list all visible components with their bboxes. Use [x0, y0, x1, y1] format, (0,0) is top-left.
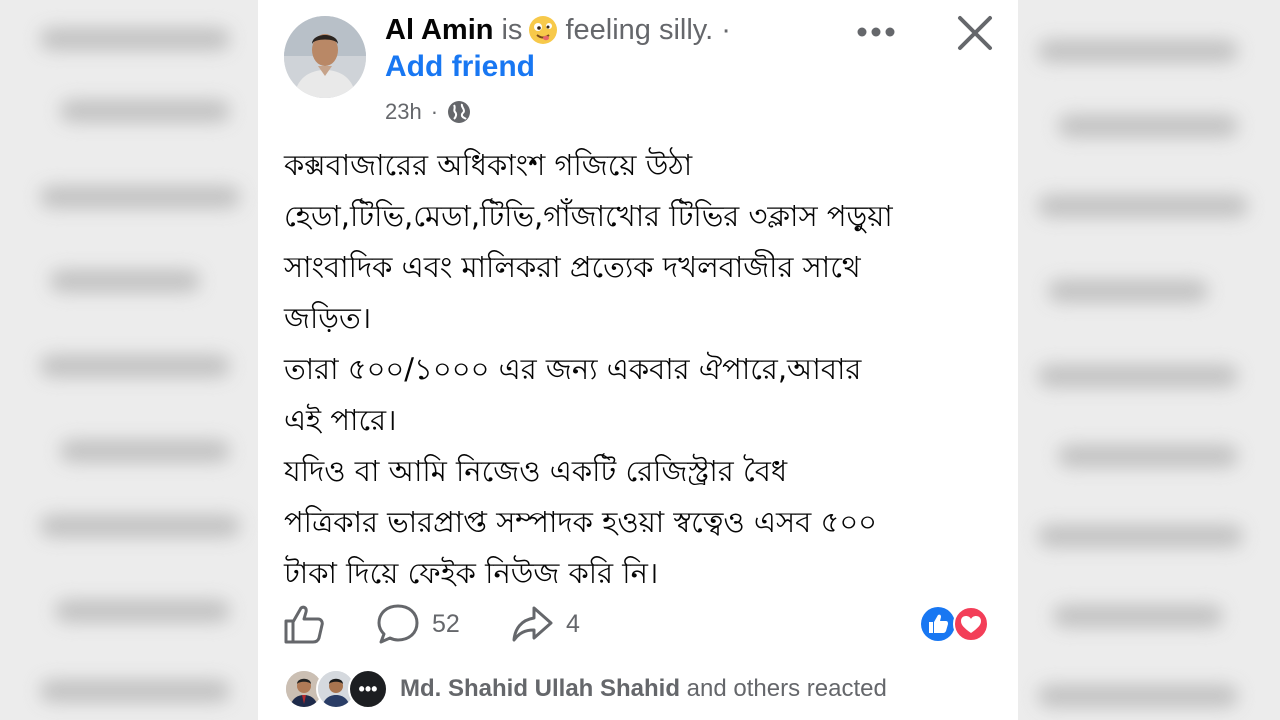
- post-text-line: কক্সবাজারের অধিকাংশ গজিয়ে উঠা: [284, 148, 693, 182]
- meta-separator: ·: [430, 99, 439, 124]
- post-header-line: Al Amin is feeling silly. ·: [385, 8, 731, 52]
- blurred-background-right: [1018, 0, 1280, 720]
- feeling-text: feeling silly.: [565, 13, 714, 46]
- post-text-line: এই পারে।: [284, 403, 397, 437]
- reactor-name[interactable]: Md. Shahid Ullah Shahid: [400, 675, 680, 702]
- thumbs-up-icon: [284, 605, 324, 644]
- comment-button[interactable]: 52: [376, 598, 460, 650]
- avatar-portrait-icon: [284, 16, 366, 98]
- blurred-background-left: [0, 0, 258, 720]
- post-text-line: জড়িত।: [284, 301, 372, 335]
- post-body: কক্সবাজারের অধিকাংশ গজিয়ে উঠা হেডা,টিভি…: [284, 140, 989, 599]
- like-reaction-icon: [921, 607, 955, 641]
- comment-count: 52: [432, 609, 460, 638]
- header-separator: ·: [721, 13, 731, 46]
- share-icon: [512, 606, 553, 642]
- post-meta: 23h ·: [385, 96, 471, 128]
- action-bar: 52 4: [282, 598, 992, 650]
- reaction-summary[interactable]: [920, 606, 992, 642]
- post-time[interactable]: 23h: [385, 99, 422, 125]
- more-options-icon: [857, 27, 895, 37]
- love-reaction-icon: [953, 606, 989, 642]
- reacted-row[interactable]: ••• Md. Shahid Ullah Shahid and others r…: [284, 666, 887, 712]
- share-count: 4: [566, 609, 580, 638]
- post-text-line: পত্রিকার ভারপ্রাপ্ত সম্পাদক হওয়া স্বত্ব…: [284, 505, 878, 539]
- post-text-line: টাকা দিয়ে ফেইক নিউজ করি নি।: [284, 556, 659, 590]
- post-text-line: সাংবাদিক এবং মালিকরা প্রত্যেক দখলবাজীর স…: [284, 250, 861, 284]
- like-button[interactable]: [282, 598, 326, 650]
- globe-icon[interactable]: [447, 100, 471, 124]
- more-reactors-icon: •••: [348, 669, 388, 709]
- author-name[interactable]: Al Amin: [385, 14, 493, 47]
- add-friend-button[interactable]: Add friend: [385, 50, 535, 84]
- reacted-suffix: and others reacted: [680, 675, 887, 702]
- post-text-line: হেডা,টিভি,মেডা,টিভি,গাঁজাখোর টিভির ৩ক্লা…: [284, 199, 893, 233]
- share-button[interactable]: 4: [510, 598, 580, 650]
- close-icon: [958, 16, 992, 50]
- post-text-line: যদিও বা আমি নিজেও একটি রেজিস্ট্রার বৈধ: [284, 454, 788, 488]
- header-verb: is: [501, 13, 523, 46]
- close-button[interactable]: [950, 8, 1000, 58]
- post-text-line: তারা ৫০০/১০০০ এর জন্য একবার ঐপারে,আবার: [284, 352, 862, 386]
- more-options-button[interactable]: [852, 16, 900, 48]
- comment-icon: [377, 604, 419, 644]
- reacted-text: Md. Shahid Ullah Shahid and others react…: [400, 675, 887, 703]
- author-avatar[interactable]: [284, 16, 366, 98]
- silly-face-emoji-icon: [528, 15, 558, 45]
